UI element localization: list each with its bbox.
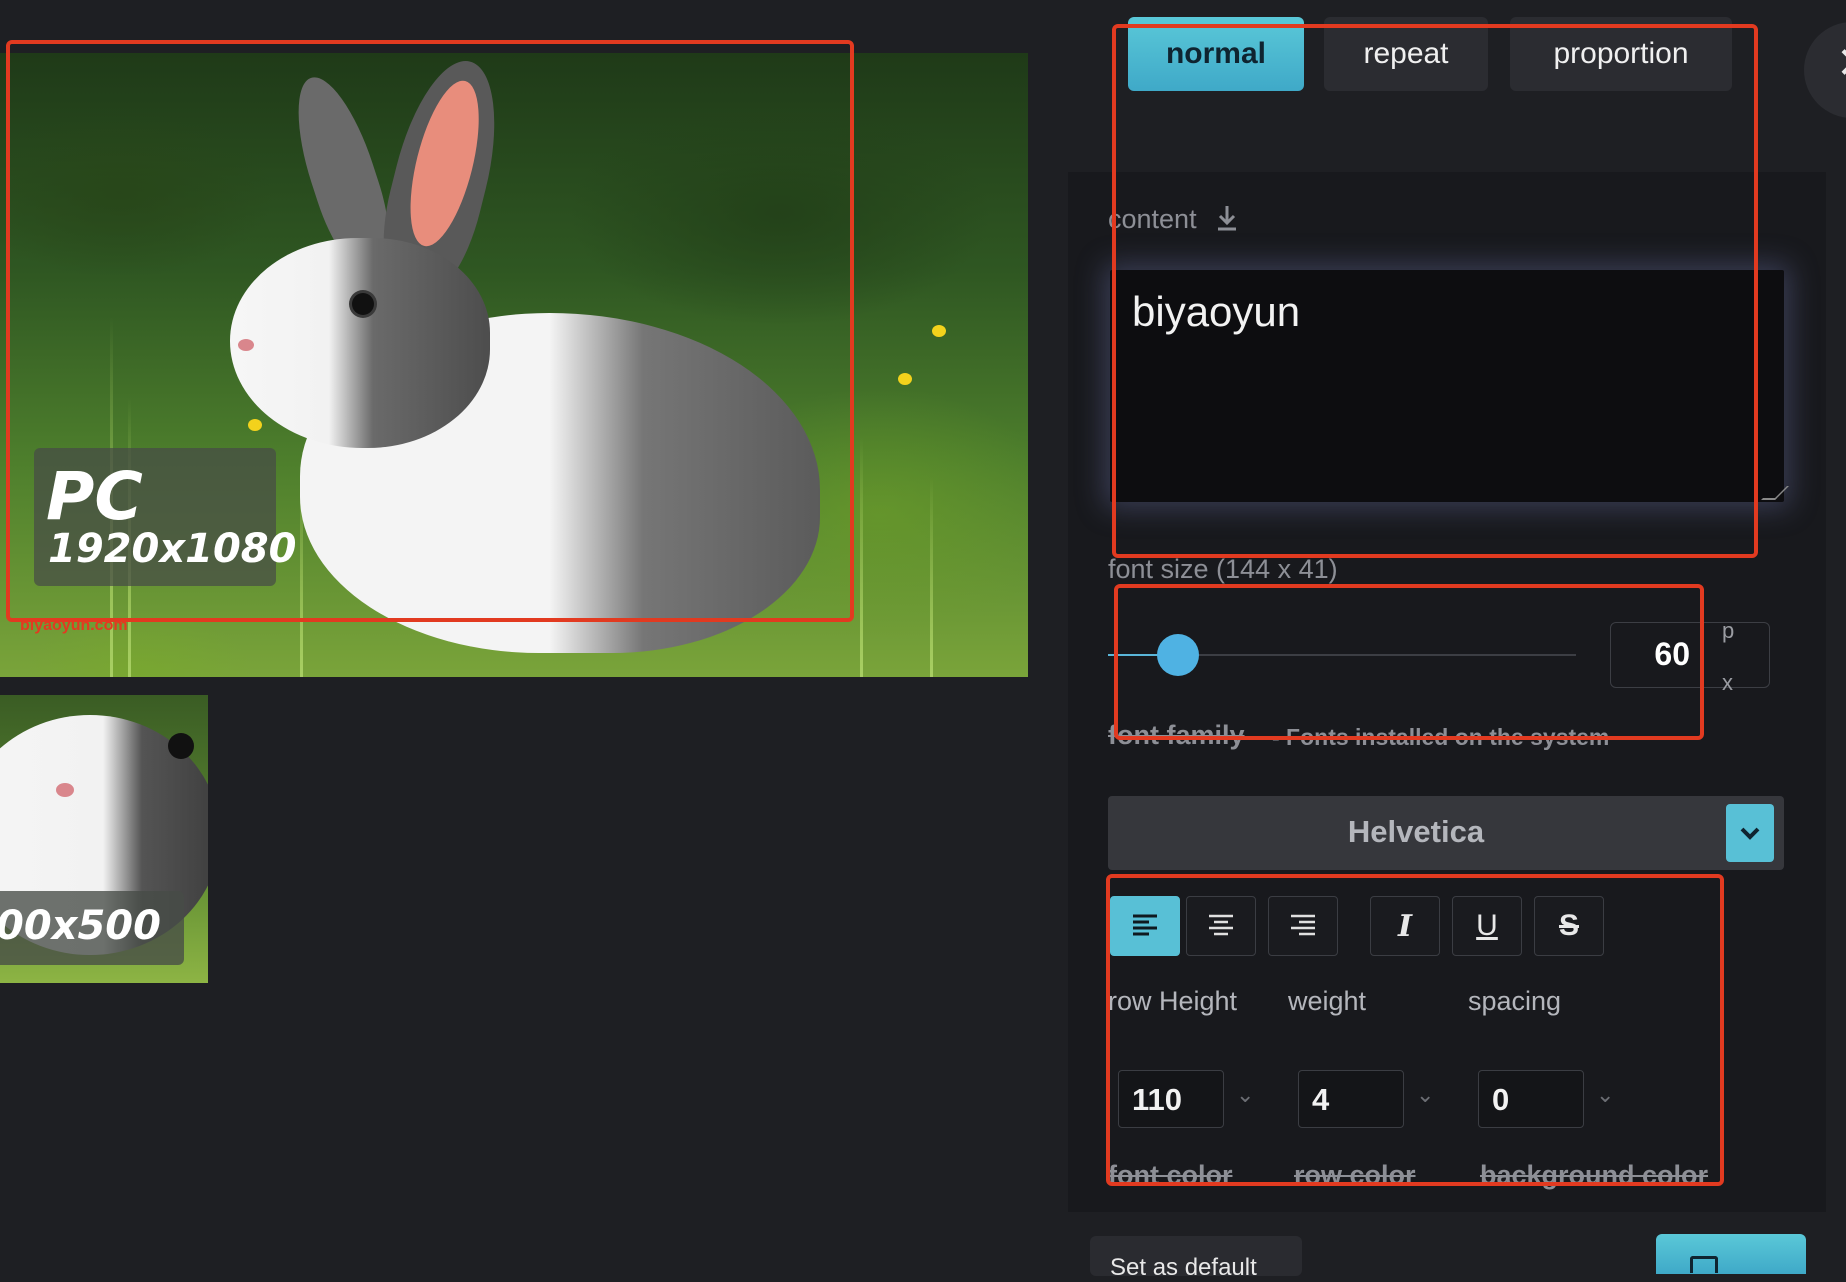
grass-blade: [930, 477, 933, 677]
flower: [932, 325, 946, 337]
rabbit-nose: [56, 783, 74, 797]
set-default-label[interactable]: Set as default: [1110, 1254, 1257, 1282]
annotation-box: [1112, 24, 1758, 558]
thumb-badge-size: 00x500: [0, 903, 161, 949]
thumb-preview-image: 00x500: [0, 695, 208, 983]
annotation-box: [1114, 584, 1704, 740]
grass-blade: [860, 437, 863, 677]
font-family-selected[interactable]: Helvetica: [1108, 814, 1724, 850]
save-icon: [1690, 1256, 1718, 1273]
annotation-box: [1106, 874, 1724, 1186]
flower: [898, 373, 912, 385]
dropdown-toggle-button[interactable]: [1726, 804, 1774, 862]
rabbit-eye: [168, 733, 194, 759]
close-icon[interactable]: ✕: [1836, 38, 1846, 89]
chevron-down-icon: [1740, 827, 1760, 840]
unit-label: x: [1722, 670, 1733, 695]
save-button[interactable]: [1656, 1234, 1806, 1274]
annotation-box: [6, 40, 854, 622]
font-size-label: font size (144 x 41): [1108, 554, 1338, 584]
unit-label: p: [1722, 618, 1735, 643]
